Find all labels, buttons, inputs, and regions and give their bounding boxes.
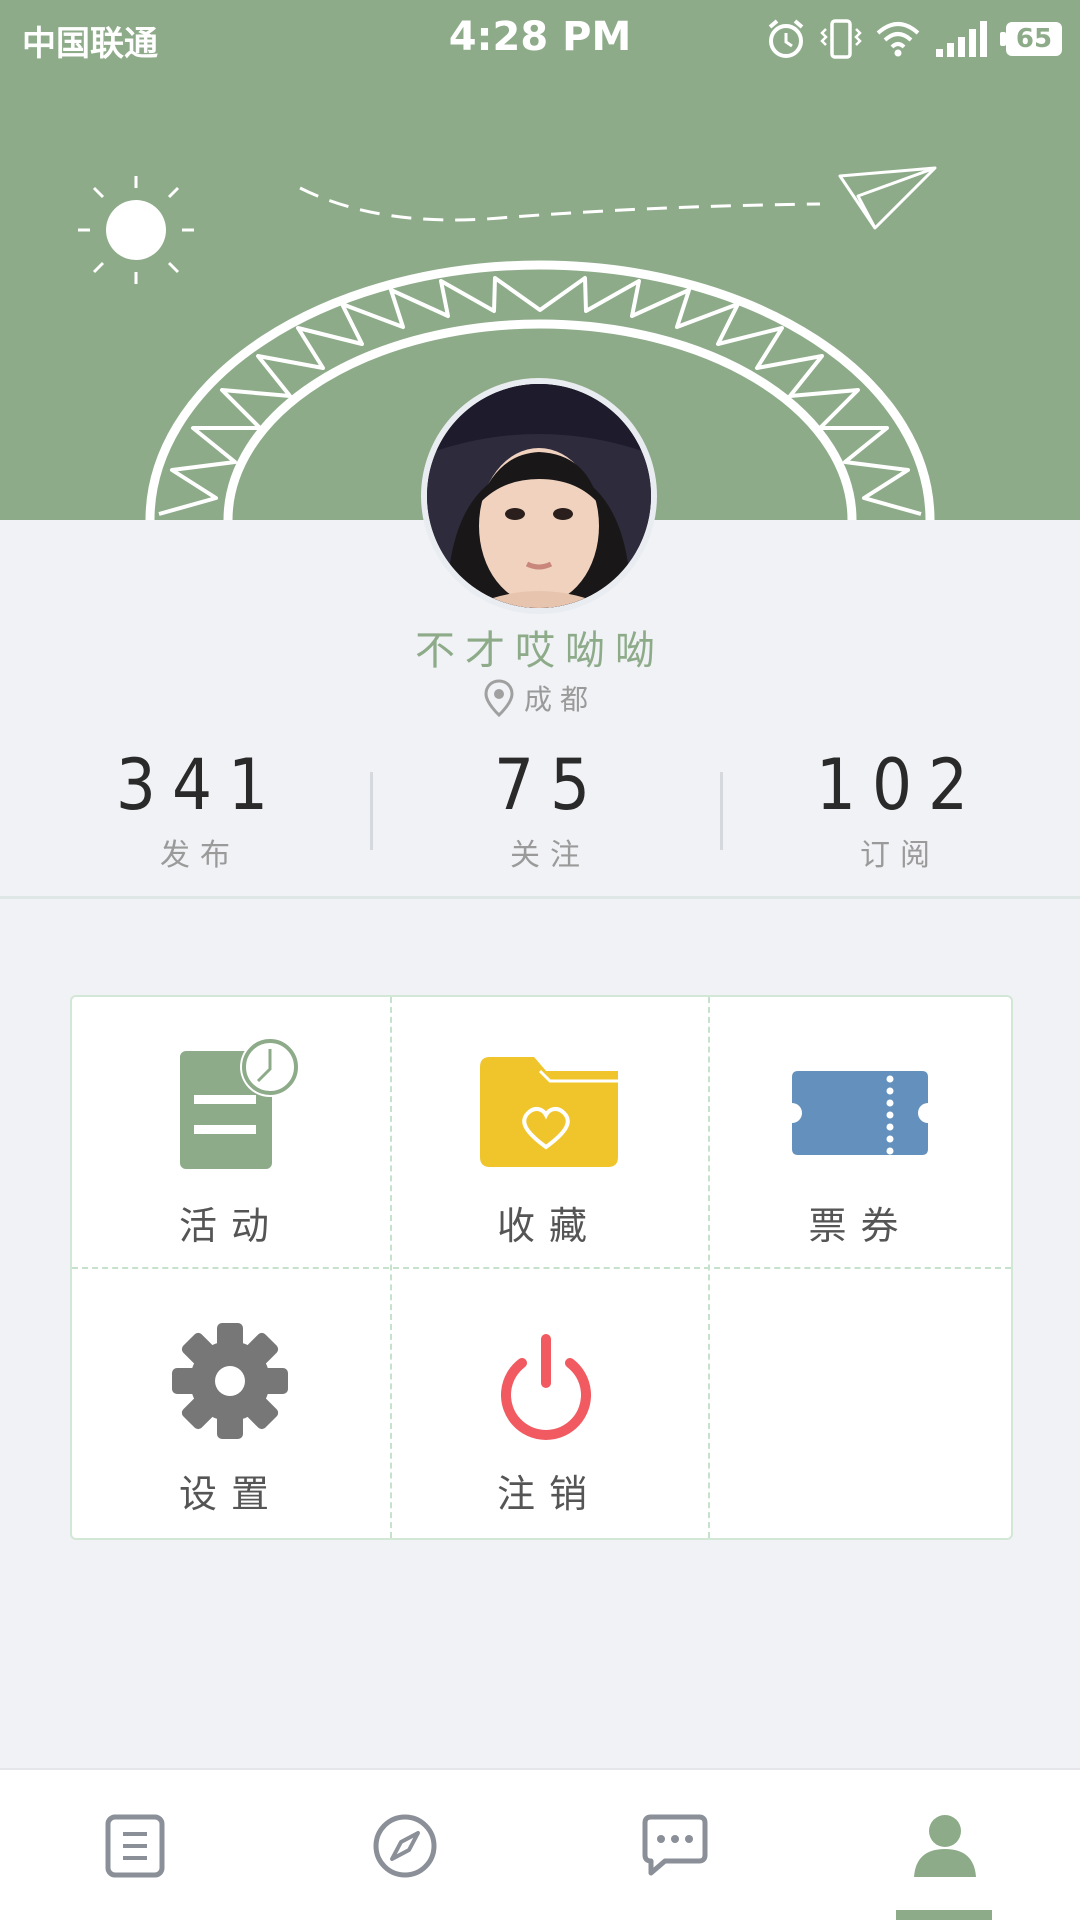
menu-item-activity-label: 活动 [178, 1204, 283, 1248]
paper-plane-illustration [838, 166, 937, 230]
vibrate-icon [820, 19, 862, 59]
battery-icon: 65 [1000, 22, 1062, 56]
menu-item-favorites-label: 收藏 [496, 1204, 601, 1248]
stat-posts-value: 341 [115, 744, 285, 826]
stat-posts[interactable]: 341 发布 [20, 740, 380, 874]
flight-path-line [299, 186, 821, 222]
menu-item-tickets-label: 票券 [808, 1204, 913, 1248]
tab-messages[interactable] [540, 1770, 810, 1922]
location-text: 成都 [523, 683, 596, 716]
compass-icon [373, 1814, 437, 1878]
ticket-icon [792, 1071, 928, 1155]
stat-subscriptions[interactable]: 102 订阅 [720, 740, 1080, 874]
stat-subscriptions-label: 订阅 [860, 838, 940, 873]
menu-grid: 活动 收藏 票券 设置 注销 [70, 995, 1013, 1540]
status-icons: 65 [766, 14, 1062, 64]
location-pin-icon [484, 679, 514, 718]
stat-subscriptions-value: 102 [815, 744, 985, 826]
stat-following[interactable]: 75 关注 [370, 740, 730, 874]
document-list-icon [105, 1814, 165, 1878]
stat-posts-label: 发布 [160, 838, 240, 873]
signal-icon [936, 21, 987, 57]
stat-divider [720, 772, 723, 850]
profile-stats: 341 发布 75 关注 102 订阅 [0, 740, 1080, 890]
bottom-navigation [0, 1768, 1080, 1922]
avatar[interactable] [421, 378, 657, 614]
active-tab-indicator [896, 1910, 992, 1920]
activity-icon [180, 1037, 300, 1169]
menu-item-logout-label: 注销 [496, 1472, 601, 1516]
status-bar: 中国联通 4:28 PM 65 [0, 0, 1080, 79]
profile-name: 不才哎呦呦 [415, 628, 665, 674]
message-icon [642, 1814, 708, 1876]
tab-feed[interactable] [0, 1770, 270, 1922]
power-icon [501, 1334, 591, 1440]
stat-divider [370, 772, 373, 850]
sun-illustration [78, 176, 194, 284]
wifi-icon [876, 22, 920, 57]
alarm-icon [768, 19, 804, 58]
menu-item-favorites[interactable]: 收藏 [390, 997, 708, 1267]
menu-item-tickets[interactable]: 票券 [708, 997, 1013, 1267]
menu-item-settings[interactable]: 设置 [72, 1267, 390, 1538]
section-divider [0, 896, 1080, 899]
profile-icon [914, 1815, 976, 1877]
menu-item-settings-label: 设置 [178, 1472, 283, 1516]
menu-item-activity[interactable]: 活动 [72, 997, 390, 1267]
favorites-folder-icon [480, 1057, 618, 1167]
gear-icon [172, 1323, 288, 1439]
profile-location: 成都 [0, 678, 1080, 718]
stat-following-label: 关注 [510, 838, 590, 873]
tab-discover[interactable] [270, 1770, 540, 1922]
menu-item-logout[interactable]: 注销 [390, 1267, 708, 1538]
stat-following-value: 75 [493, 744, 607, 826]
tab-profile[interactable] [810, 1770, 1080, 1922]
